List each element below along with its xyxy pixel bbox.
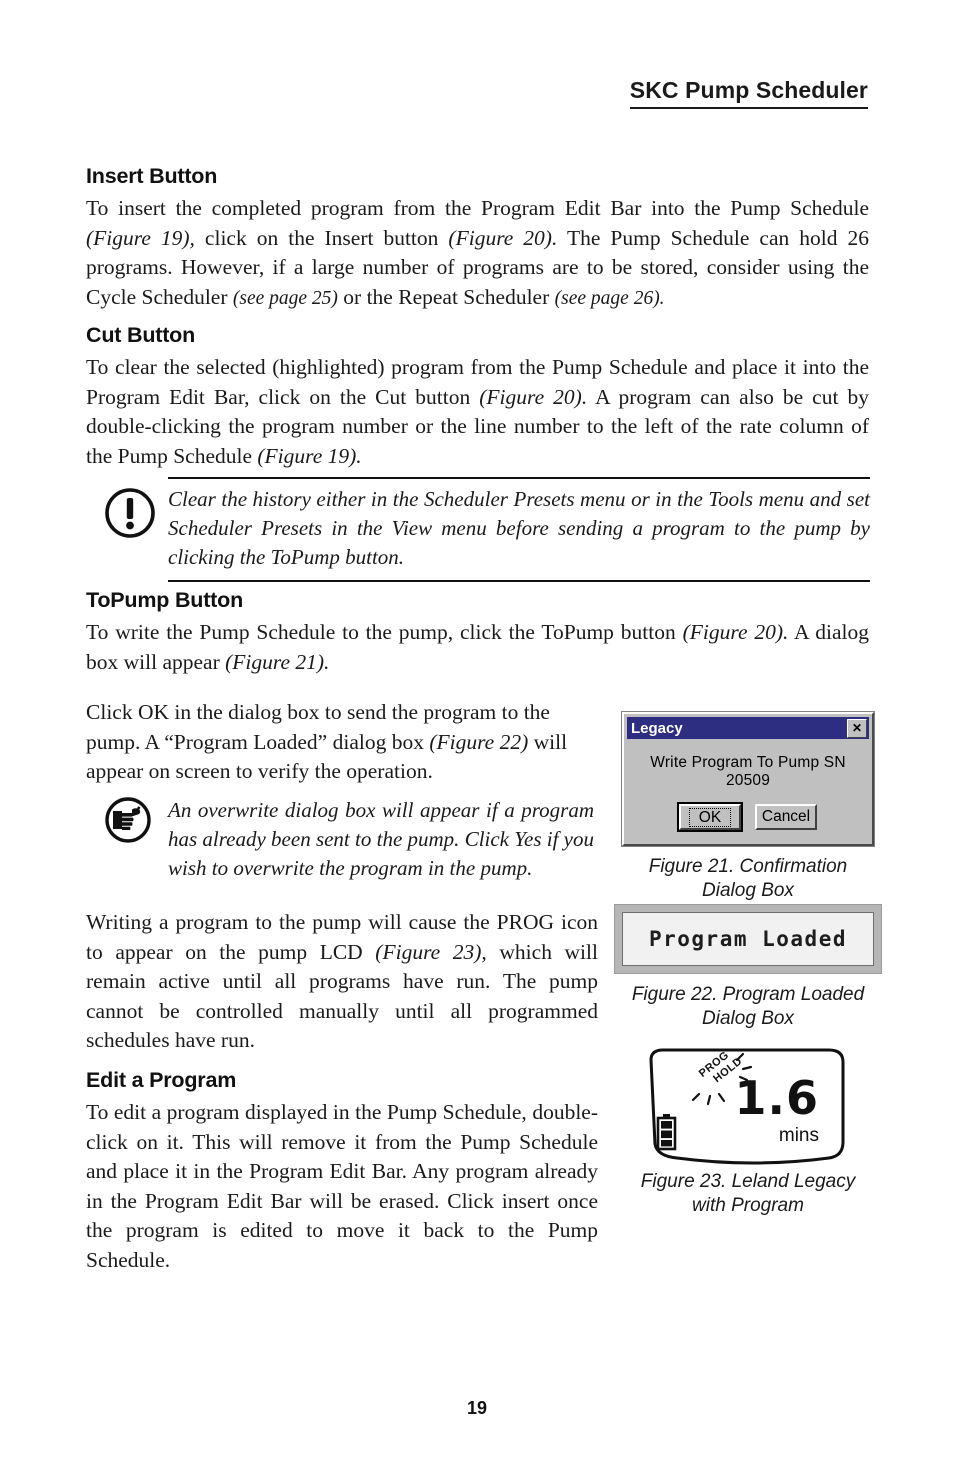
dialog-button-row: OK Cancel (627, 802, 869, 841)
legacy-confirmation-dialog[interactable]: Legacy ✕ Write Program To Pump SN 20509 … (621, 711, 875, 847)
figure-ref-19: (Figure 19), (86, 225, 195, 250)
document-page: SKC Pump Scheduler Insert Button To inse… (0, 0, 954, 1475)
ok-button[interactable]: OK (677, 802, 743, 832)
figure-22-caption: Figure 22. Program Loaded Dialog Box (614, 983, 882, 1031)
caption-line-1: Figure 23. Leland Legacy (640, 1171, 856, 1192)
figure-ref-22: (Figure 22) (429, 729, 529, 754)
cancel-button[interactable]: Cancel (755, 804, 817, 830)
paragraph-insert-button: To insert the completed program from the… (86, 194, 869, 313)
figure-ref-20: (Figure 20). (448, 225, 558, 250)
figure-ref-20: (Figure 20). (479, 384, 588, 409)
paragraph-cut-button: To clear the selected (highlighted) prog… (86, 353, 869, 471)
heading-topump-button: ToPump Button (86, 588, 244, 612)
figure-21-caption: Figure 21. Confirmation Dialog Box (614, 855, 882, 903)
caption-line-2: with Program (692, 1195, 804, 1216)
figure-ref-21: (Figure 21). (225, 649, 330, 674)
paragraph-topump-button: To write the Pump Schedule to the pump, … (86, 618, 869, 677)
cancel-button-label: Cancel (761, 808, 811, 825)
heading-edit-a-program: Edit a Program (86, 1068, 237, 1092)
paragraph-edit-a-program: To edit a program displayed in the Pump … (86, 1100, 598, 1272)
figure-23: PROG HOLD 1.6 mins Figure 23. Leland Leg… (614, 1046, 882, 1218)
caption-line-2: Dialog Box (702, 1008, 794, 1029)
section-click-ok: Click OK in the dialog box to send the p… (86, 698, 598, 787)
page-number: 19 (466, 1398, 488, 1418)
section-topump-button: ToPump Button To write the Pump Schedule… (86, 588, 869, 677)
text-run: or the Repeat Scheduler (337, 284, 555, 309)
section-insert-button: Insert Button To insert the completed pr… (86, 164, 869, 313)
figure-ref-23: (Figure 23), (375, 939, 487, 964)
figure-ref-20: (Figure 20). (682, 620, 789, 644)
section-cut-button: Cut Button To clear the selected (highli… (86, 323, 869, 471)
text-run: click on the Insert button (194, 225, 449, 250)
heading-insert-button: Insert Button (86, 164, 218, 188)
page-running-head: SKC Pump Scheduler (629, 77, 868, 110)
svg-text:mins: mins (779, 1125, 819, 1146)
dialog-titlebar: Legacy ✕ (627, 717, 869, 739)
ok-button-label: OK (688, 807, 732, 827)
program-loaded-panel: Program Loaded (622, 912, 874, 966)
caption-line-2: Dialog Box (702, 880, 794, 901)
exclamation-circle-icon (104, 487, 156, 539)
heading-cut-button: Cut Button (86, 323, 196, 347)
figure-ref-19: (Figure 19). (257, 443, 362, 468)
figure-22: Program Loaded Figure 22. Program Loaded… (614, 904, 882, 1031)
svg-text:1.6: 1.6 (735, 1071, 820, 1125)
paragraph-click-ok: Click OK in the dialog box to send the p… (86, 698, 598, 787)
section-prog-icon: Writing a program to the pump will cause… (86, 908, 598, 1056)
dialog-title: Legacy (631, 719, 683, 737)
close-icon[interactable]: ✕ (847, 718, 867, 738)
section-edit-a-program: Edit a Program To edit a program display… (86, 1068, 598, 1275)
paragraph-prog-icon: Writing a program to the pump will cause… (86, 908, 598, 1056)
page-ref-25: (see page 25) (232, 287, 338, 309)
page-ref-26: (see page 26). (554, 287, 665, 309)
callout-warning-text: Clear the history either in the Schedule… (168, 477, 870, 582)
program-loaded-dialog[interactable]: Program Loaded (614, 904, 882, 974)
callout-tip-text: An overwrite dialog box will appear if a… (168, 798, 594, 880)
text-run: To insert the completed program from the… (86, 196, 869, 220)
callout-warning: Clear the history either in the Schedule… (104, 477, 870, 582)
text-run: To write the Pump Schedule to the pump, … (86, 620, 683, 644)
caption-line-1: Figure 21. Confirmation (648, 856, 848, 877)
dialog-message: Write Program To Pump SN 20509 (650, 754, 846, 789)
leland-legacy-lcd: PROG HOLD 1.6 mins (614, 1046, 882, 1168)
caption-line-1: Figure 22. Program Loaded (631, 984, 865, 1005)
figure-21: Legacy ✕ Write Program To Pump SN 20509 … (614, 711, 882, 903)
program-loaded-message: Program Loaded (648, 927, 847, 951)
pointing-hand-icon (104, 796, 152, 844)
figure-23-caption: Figure 23. Leland Legacy with Program (614, 1170, 882, 1218)
callout-tip: An overwrite dialog box will appear if a… (104, 796, 594, 883)
